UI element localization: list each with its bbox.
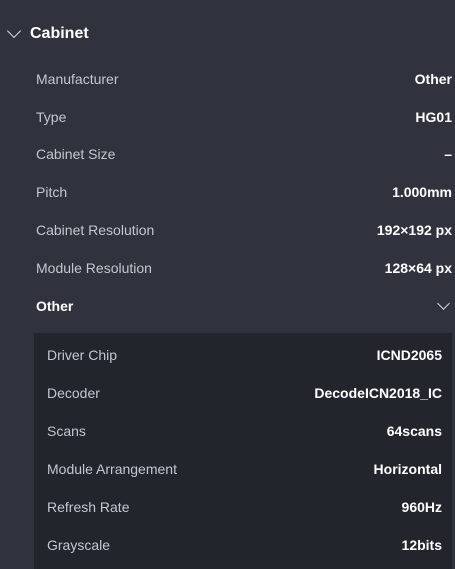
property-row-driver-chip: Driver Chip ICND2065 (47, 336, 442, 374)
property-value: Other (414, 71, 452, 87)
property-value: ICND2065 (376, 347, 442, 363)
property-row-module-arrangement: Module Arrangement Horizontal (47, 450, 442, 488)
property-value: 1.000mm (392, 184, 452, 200)
other-group-header[interactable]: Other (36, 287, 452, 325)
property-row-grayscale: Grayscale 12bits (47, 526, 442, 564)
property-value: DecodeICN2018_IC (314, 385, 442, 401)
property-row-type: Type HG01 (36, 98, 452, 136)
property-value: 192×192 px (376, 222, 452, 238)
other-group-label: Other (36, 298, 74, 314)
property-label: Grayscale (47, 537, 111, 553)
property-row-scans: Scans 64scans (47, 412, 442, 450)
property-row-decoder: Decoder DecodeICN2018_IC (47, 374, 442, 412)
property-row-manufacturer: Manufacturer Other (36, 60, 452, 98)
property-label: Pitch (36, 184, 68, 200)
property-row-cabinet-size: Cabinet Size – (36, 135, 452, 173)
property-row-refresh-rate: Refresh Rate 960Hz (47, 488, 442, 526)
property-value: 64scans (386, 423, 442, 439)
property-value: 12bits (401, 537, 442, 553)
property-label: Cabinet Size (36, 146, 116, 162)
property-label: Decoder (47, 385, 100, 401)
property-value: HG01 (415, 109, 452, 125)
property-value: 128×64 px (384, 260, 452, 276)
property-value: 960Hz (401, 499, 442, 515)
section-title[interactable]: Cabinet (30, 23, 89, 45)
property-value: – (444, 146, 452, 162)
property-row-module-resolution: Module Resolution 128×64 px (36, 249, 452, 287)
property-label: Type (36, 109, 67, 125)
property-label: Refresh Rate (47, 499, 130, 515)
property-label: Cabinet Resolution (36, 222, 155, 238)
property-label: Module Arrangement (47, 461, 177, 477)
chevron-down-icon[interactable] (437, 296, 450, 310)
cabinet-properties-panel: Cabinet Manufacturer Other Type HG01 Cab… (0, 0, 455, 569)
property-row-cabinet-resolution: Cabinet Resolution 192×192 px (36, 211, 452, 249)
property-label: Driver Chip (47, 347, 118, 363)
property-row-pitch: Pitch 1.000mm (36, 173, 452, 211)
chevron-down-icon[interactable] (6, 23, 22, 39)
property-value: Horizontal (373, 461, 442, 477)
property-label: Module Resolution (36, 260, 152, 276)
other-group-content: Driver Chip ICND2065 Decoder DecodeICN20… (34, 333, 452, 569)
property-label: Manufacturer (36, 71, 119, 87)
property-label: Scans (47, 423, 86, 439)
